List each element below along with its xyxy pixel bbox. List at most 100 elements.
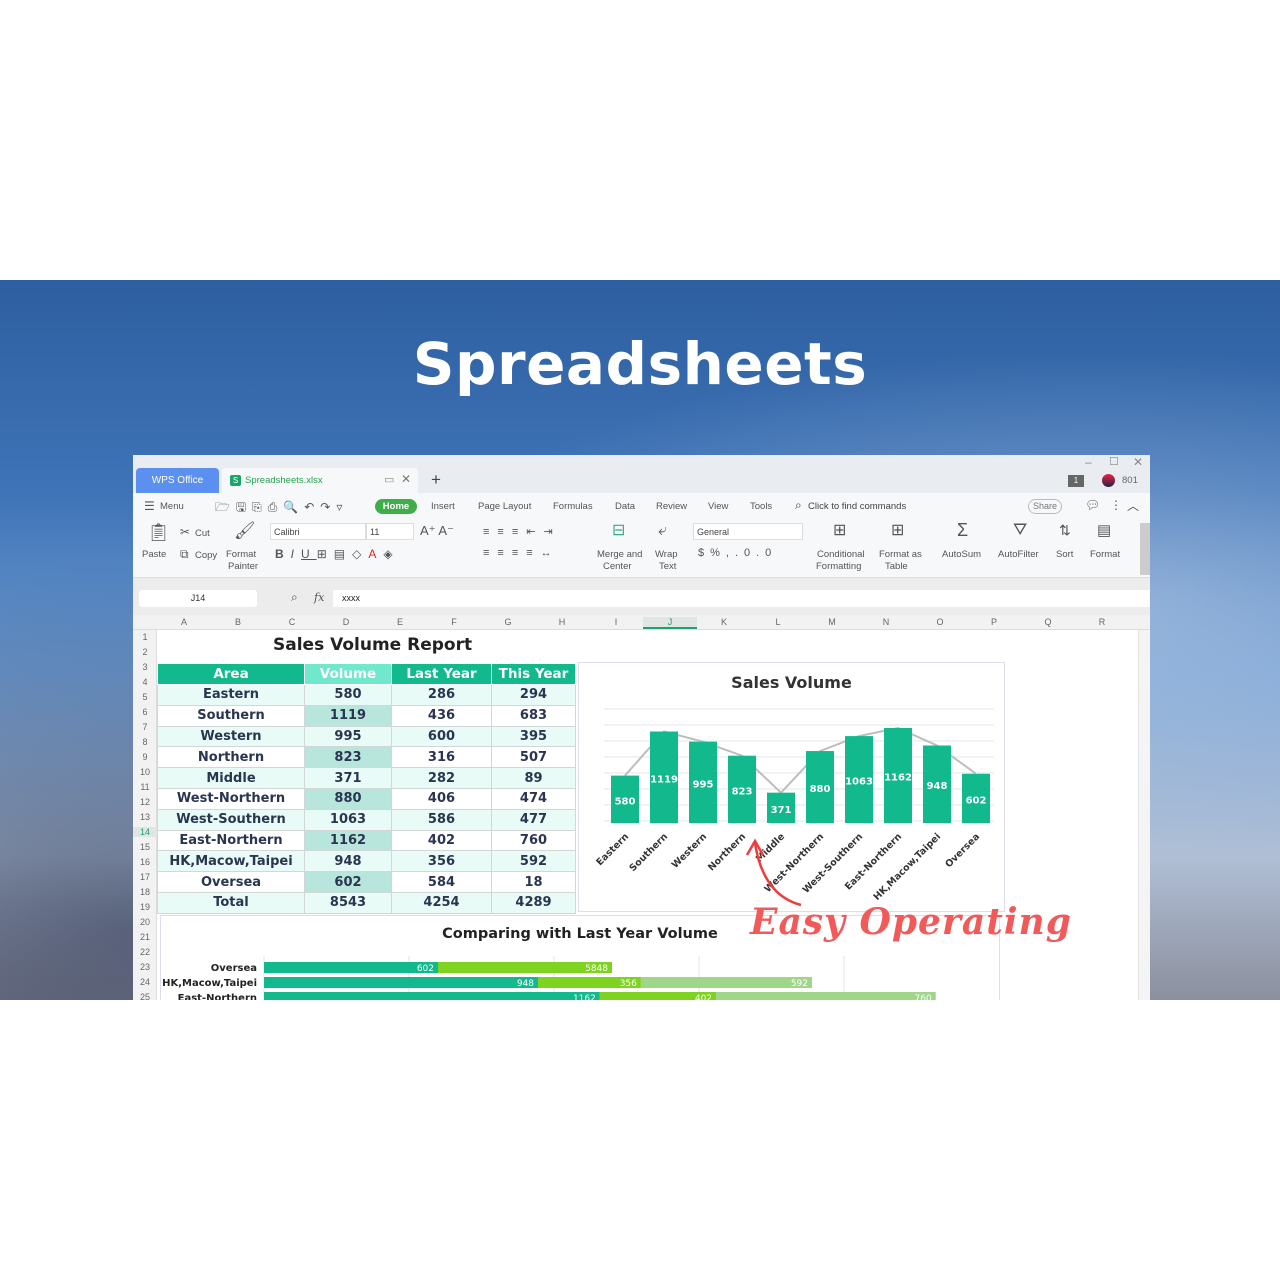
table-cell[interactable]: 880 bbox=[304, 787, 392, 810]
wrap-label-1[interactable]: Wrap bbox=[655, 549, 678, 560]
column-header-P[interactable]: P bbox=[967, 617, 1021, 627]
table-cell[interactable]: Southern bbox=[157, 704, 305, 727]
font-size-controls-icon[interactable]: A⁺ A⁻ bbox=[420, 524, 454, 538]
avatar[interactable] bbox=[1102, 474, 1115, 487]
table-cell[interactable]: 356 bbox=[391, 850, 492, 873]
table-cell[interactable]: 477 bbox=[491, 808, 576, 831]
column-header-H[interactable]: H bbox=[535, 617, 589, 627]
row-header-22[interactable]: 22 bbox=[133, 947, 157, 957]
table-cell[interactable]: 316 bbox=[391, 746, 492, 769]
table-cell[interactable]: 402 bbox=[391, 829, 492, 852]
row-header-21[interactable]: 21 bbox=[133, 932, 157, 942]
row-header-2[interactable]: 2 bbox=[133, 647, 157, 657]
table-cell[interactable]: 948 bbox=[304, 850, 392, 873]
cut-button[interactable]: Cut bbox=[195, 528, 210, 539]
format-table-icon[interactable]: ⊞ bbox=[891, 523, 904, 539]
format-button[interactable]: Format bbox=[1090, 549, 1120, 560]
table-cell[interactable]: 395 bbox=[491, 725, 576, 748]
quick-access-icons[interactable]: 🗁🖫⎘⎙🔍↶↷▿ bbox=[215, 498, 348, 519]
row-header-18[interactable]: 18 bbox=[133, 887, 157, 897]
conditional-label-1[interactable]: Conditional bbox=[817, 549, 865, 560]
table-cell[interactable]: 580 bbox=[304, 684, 392, 706]
number-format-select[interactable]: General bbox=[693, 523, 803, 540]
cut-icon[interactable]: ✂ bbox=[180, 525, 190, 539]
tab-insert[interactable]: Insert bbox=[431, 501, 455, 512]
column-header-D[interactable]: D bbox=[319, 617, 373, 627]
table-cell[interactable]: Eastern bbox=[157, 684, 305, 706]
format-painter-icon[interactable]: 🖌︎ bbox=[234, 522, 256, 539]
row-header-9[interactable]: 9 bbox=[133, 752, 157, 762]
table-cell[interactable]: 4254 bbox=[391, 891, 492, 914]
row-header-16[interactable]: 16 bbox=[133, 857, 157, 867]
tab-spreadsheet-file[interactable]: S Spreadsheets.xlsx ▭ ✕ bbox=[222, 468, 418, 493]
hamburger-icon[interactable]: ☰ bbox=[144, 499, 155, 513]
copy-icon[interactable]: ⧉ bbox=[180, 547, 189, 561]
format-painter-label-1[interactable]: Format bbox=[226, 549, 256, 560]
tab-wps-office[interactable]: WPS Office bbox=[136, 468, 219, 493]
row-header-25[interactable]: 25 bbox=[133, 992, 157, 1000]
table-cell[interactable]: 823 bbox=[304, 746, 392, 769]
row-header-24[interactable]: 24 bbox=[133, 977, 157, 987]
column-heading[interactable]: Area bbox=[157, 663, 305, 685]
table-cell[interactable]: 436 bbox=[391, 704, 492, 727]
table-cell[interactable]: 683 bbox=[491, 704, 576, 727]
row-header-14[interactable]: 14 bbox=[133, 827, 157, 837]
wrap-label-2[interactable]: Text bbox=[659, 561, 676, 572]
column-header-B[interactable]: B bbox=[211, 617, 265, 627]
table-cell[interactable]: 507 bbox=[491, 746, 576, 769]
column-header-O[interactable]: O bbox=[913, 617, 967, 627]
autofilter-button[interactable]: AutoFilter bbox=[998, 549, 1039, 560]
autosum-icon[interactable]: Σ bbox=[957, 521, 968, 539]
table-cell[interactable]: 282 bbox=[391, 767, 492, 789]
more-icon[interactable]: ⋮ bbox=[1110, 498, 1122, 512]
table-cell[interactable]: 4289 bbox=[491, 891, 576, 914]
autosum-button[interactable]: AutoSum bbox=[942, 549, 981, 560]
alignment-icons-2[interactable]: ≡≡≡≡↔ bbox=[483, 546, 560, 560]
column-header-R[interactable]: R bbox=[1075, 617, 1129, 627]
table-cell[interactable]: East-Northern bbox=[157, 829, 305, 852]
conditional-label-2[interactable]: Formatting bbox=[816, 561, 861, 572]
zoom-icon[interactable]: ⌕ bbox=[291, 590, 298, 605]
column-header-A[interactable]: A bbox=[157, 617, 211, 627]
row-header-3[interactable]: 3 bbox=[133, 662, 157, 672]
window-badge[interactable]: 1 bbox=[1068, 475, 1084, 487]
table-cell[interactable]: 1119 bbox=[304, 704, 392, 727]
row-header-5[interactable]: 5 bbox=[133, 692, 157, 702]
table-cell[interactable]: West-Northern bbox=[157, 787, 305, 810]
minimize-icon[interactable]: – bbox=[1085, 455, 1092, 469]
table-cell[interactable]: 584 bbox=[391, 871, 492, 893]
table-cell[interactable]: HK,Macow,Taipei bbox=[157, 850, 305, 873]
row-header-17[interactable]: 17 bbox=[133, 872, 157, 882]
copy-button[interactable]: Copy bbox=[195, 550, 217, 561]
row-header-13[interactable]: 13 bbox=[133, 812, 157, 822]
table-cell[interactable]: Western bbox=[157, 725, 305, 748]
column-header-M[interactable]: M bbox=[805, 617, 859, 627]
column-heading[interactable]: This Year bbox=[491, 663, 576, 685]
table-cell[interactable]: 89 bbox=[491, 767, 576, 789]
table-cell[interactable]: Total bbox=[157, 891, 305, 914]
column-header-E[interactable]: E bbox=[373, 617, 427, 627]
comment-icon[interactable]: 💬︎ bbox=[1085, 498, 1100, 512]
command-search[interactable]: Click to find commands bbox=[808, 501, 906, 512]
merge-label-2[interactable]: Center bbox=[603, 561, 632, 572]
column-header-F[interactable]: F bbox=[427, 617, 481, 627]
table-cell[interactable]: 371 bbox=[304, 767, 392, 789]
pin-icon[interactable]: ▭ bbox=[384, 473, 394, 486]
column-header-Q[interactable]: Q bbox=[1021, 617, 1075, 627]
format-table-label-2[interactable]: Table bbox=[885, 561, 908, 572]
paste-icon[interactable]: 📋︎ bbox=[147, 523, 170, 541]
sort-icon[interactable]: ⇅ bbox=[1059, 523, 1071, 537]
table-cell[interactable]: Oversea bbox=[157, 871, 305, 893]
format-table-label-1[interactable]: Format as bbox=[879, 549, 922, 560]
column-header-N[interactable]: N bbox=[859, 617, 913, 627]
row-header-4[interactable]: 4 bbox=[133, 677, 157, 687]
alignment-icons[interactable]: ≡≡≡⇤⇥ bbox=[483, 525, 561, 539]
format-painter-label-2[interactable]: Painter bbox=[228, 561, 258, 572]
number-format-icons[interactable]: $%,.0.0 bbox=[698, 546, 777, 560]
table-cell[interactable]: 294 bbox=[491, 684, 576, 706]
maximize-icon[interactable]: ☐ bbox=[1109, 455, 1119, 468]
paste-button[interactable]: Paste bbox=[142, 549, 166, 560]
column-heading[interactable]: Last Year bbox=[391, 663, 492, 685]
row-header-23[interactable]: 23 bbox=[133, 962, 157, 972]
table-cell[interactable]: 8543 bbox=[304, 891, 392, 914]
